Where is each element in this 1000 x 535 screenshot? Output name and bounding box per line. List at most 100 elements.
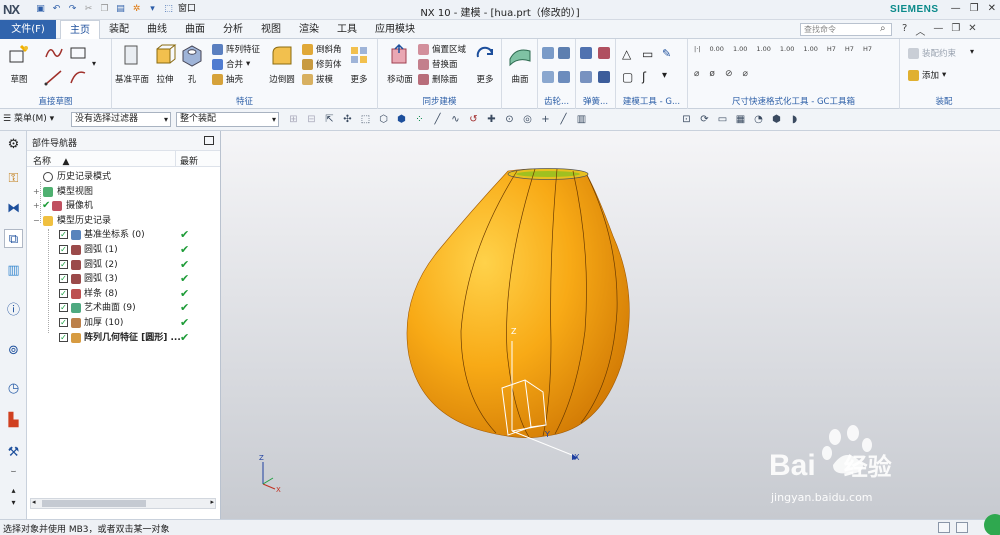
more-sketch-icon[interactable]: ▾ — [92, 59, 96, 68]
trim-body-button[interactable]: 修剪体 — [302, 58, 342, 70]
point-snap-icon[interactable]: ⁘ — [413, 113, 426, 126]
scroll-thumb[interactable] — [42, 500, 146, 507]
gear-analysis-icon[interactable] — [558, 71, 570, 83]
book-icon[interactable]: ▥ — [575, 113, 588, 126]
horizontal-scrollbar[interactable]: ◂ ▸ — [30, 498, 216, 509]
decimal-1-icon[interactable]: 1.00 — [733, 45, 747, 53]
feature-visibility-checkbox[interactable]: ✓ — [59, 230, 68, 240]
feature-row[interactable]: ✓ 加厚 (10) ✔ — [27, 316, 213, 331]
tab-view[interactable]: 视图 — [252, 20, 290, 39]
render-style-icon[interactable]: ◔ — [752, 113, 765, 126]
feature-row[interactable]: ✓ 艺术曲面 (9) ✔ — [27, 301, 213, 316]
rect-select-icon[interactable]: ⬚ — [359, 113, 372, 126]
process-studio-icon[interactable]: ▙ — [4, 411, 23, 430]
intersect-snap-icon[interactable]: ✚ — [485, 113, 498, 126]
doc-restore-icon[interactable]: ❐ — [951, 23, 960, 38]
scroll-down-icon[interactable]: ▾ — [4, 493, 23, 512]
command-finder-icon[interactable]: ✲ — [130, 3, 143, 16]
feature-visibility-checkbox[interactable]: ✓ — [59, 332, 68, 342]
orient-view-icon[interactable]: ▦ — [734, 113, 747, 126]
center-snap-icon[interactable]: ⊙ — [503, 113, 516, 126]
line-snap-icon[interactable]: ╱ — [431, 113, 444, 126]
paste-icon[interactable]: ▤ — [114, 3, 127, 16]
sketch-button[interactable]: 草图 — [2, 43, 36, 85]
gear-tool-icon[interactable] — [542, 71, 554, 83]
feature-row[interactable]: ✓ 阵列几何特征 [圆形] ... ✔ — [27, 331, 213, 346]
spring-design-icon[interactable] — [580, 71, 592, 83]
feature-visibility-checkbox[interactable]: ✓ — [59, 303, 68, 313]
line-icon[interactable] — [43, 43, 65, 63]
datum-plane-button[interactable]: 基准平面 — [114, 43, 150, 85]
tree-node-history-mode[interactable]: 历史记录模式 — [27, 170, 213, 185]
phi-icon[interactable]: ø — [709, 69, 715, 79]
more-sync-button[interactable]: 更多 — [470, 43, 500, 85]
tree-node-model-views[interactable]: + 模型视图 — [27, 185, 213, 200]
window-menu[interactable]: 窗口 — [178, 3, 196, 16]
part-navigator-icon[interactable]: ⧉ — [4, 229, 23, 248]
diameter-icon[interactable]: ⌀ — [694, 69, 699, 79]
switch-window-icon[interactable]: ⬚ — [162, 3, 175, 16]
clear-format-icon[interactable]: ⊘ — [725, 69, 733, 79]
spring-icon[interactable] — [580, 47, 592, 59]
reset-icon[interactable]: ⌀ — [742, 69, 747, 79]
tab-render[interactable]: 渲染 — [290, 20, 328, 39]
hole-button[interactable]: 孔 — [178, 43, 206, 85]
profile-icon[interactable] — [43, 67, 65, 87]
touch-mode-icon[interactable]: ▾ — [146, 3, 159, 16]
tangent-snap-icon[interactable]: ╱ — [557, 113, 570, 126]
frame-tool-icon[interactable]: ▢ — [622, 70, 633, 84]
feature-visibility-checkbox[interactable]: ✓ — [59, 288, 68, 298]
collapse-icon[interactable]: − — [33, 214, 40, 228]
clip-view-icon[interactable]: ◗ — [788, 113, 801, 126]
feature-row[interactable]: ✓ 样条 (8) ✔ — [27, 287, 213, 302]
tab-surface[interactable]: 曲面 — [176, 20, 214, 39]
more-assembly-button[interactable]: ▾ — [970, 47, 974, 56]
system-scene-icon[interactable]: ⌣ — [4, 463, 23, 482]
tab-curve[interactable]: 曲线 — [138, 20, 176, 39]
tree-node-cameras[interactable]: + ✔ 摄像机 — [27, 199, 213, 214]
feature-visibility-checkbox[interactable]: ✓ — [59, 274, 68, 284]
selection-filter-dropdown[interactable]: 没有选择过滤器 ▾ — [71, 112, 171, 127]
shell-button[interactable]: 抽壳 — [212, 73, 243, 85]
feature-row[interactable]: ✓ 圆弧 (3) ✔ — [27, 272, 213, 287]
spring-calc-icon[interactable] — [598, 71, 610, 83]
feature-row[interactable]: ✓ 圆弧 (1) ✔ — [27, 243, 213, 258]
file-menu-button[interactable]: 文件(F) — [0, 20, 56, 39]
view-select-icon[interactable]: ⬡ — [377, 113, 390, 126]
feature-visibility-checkbox[interactable]: ✓ — [59, 318, 68, 327]
help-icon[interactable]: ? — [902, 23, 907, 38]
expand-icon[interactable]: + — [33, 199, 40, 213]
quadrant-snap-icon[interactable]: ◎ — [521, 113, 534, 126]
tab-applications[interactable]: 应用模块 — [366, 20, 424, 39]
cylinder-gear-icon[interactable] — [542, 47, 554, 59]
rectangle-tool-icon[interactable]: ▭ — [642, 47, 653, 61]
add-component-button[interactable]: 添加 ▾ — [908, 69, 946, 81]
curve-snap-icon[interactable]: ∿ — [449, 113, 462, 126]
fit-h7-2-icon[interactable]: H7 — [845, 45, 854, 53]
assembly-constraint-button[interactable]: 装配约束 — [908, 47, 956, 59]
scroll-right-icon[interactable]: ▸ — [210, 498, 214, 506]
triangle-tool-icon[interactable]: △ — [622, 47, 631, 61]
assembly-navigator-icon[interactable]: ⚿ — [4, 169, 23, 188]
history-icon[interactable]: ◷ — [4, 379, 23, 398]
fit-h7-3-icon[interactable]: H7 — [863, 45, 872, 53]
tab-analysis[interactable]: 分析 — [214, 20, 252, 39]
hd3d-tools-icon[interactable]: ⓘ — [4, 301, 23, 320]
pattern-feature-button[interactable]: 阵列特征 — [212, 43, 260, 55]
save-icon[interactable]: ▣ — [34, 3, 47, 16]
scroll-left-icon[interactable]: ◂ — [32, 498, 36, 506]
delete-face-button[interactable]: 删除面 — [418, 73, 458, 85]
curve-tool-icon[interactable]: ʃ — [642, 70, 646, 84]
tab-home[interactable]: 主页 — [60, 20, 100, 40]
feature-row[interactable]: ✓ 圆弧 (2) ✔ — [27, 258, 213, 273]
arc-sketch-icon[interactable] — [68, 67, 88, 87]
command-search-input[interactable]: 查找命令 — [800, 23, 892, 36]
filter-icon[interactable]: ✣ — [341, 113, 354, 126]
layer-icon[interactable]: ▭ — [716, 113, 729, 126]
restore-icon[interactable]: ❐ — [970, 3, 979, 14]
column-name-header[interactable]: 名称 ▲ — [33, 154, 69, 167]
more-feature-button[interactable]: 更多 — [344, 43, 374, 85]
chamfer-button[interactable]: 倒斜角 — [302, 43, 342, 55]
plus-snap-icon[interactable]: + — [539, 113, 552, 126]
cut-icon[interactable]: ✂ — [82, 3, 95, 16]
